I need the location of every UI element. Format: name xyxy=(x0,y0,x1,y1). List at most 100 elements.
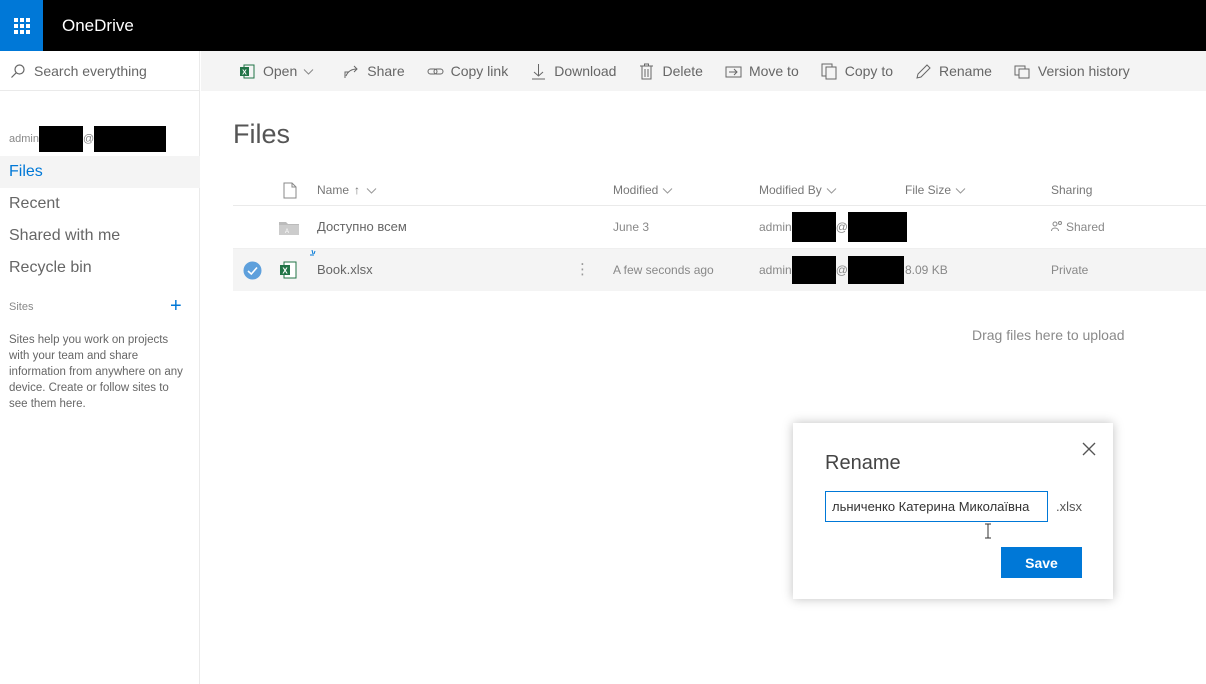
search-box[interactable] xyxy=(0,51,200,91)
open-label: Open xyxy=(263,63,298,79)
dialog-title: Rename xyxy=(825,452,901,474)
nav-item-recycle-bin[interactable]: Recycle bin xyxy=(0,252,200,284)
pencil-icon xyxy=(916,63,931,79)
account-email: admin @ xyxy=(9,126,167,152)
version-history-button[interactable]: Version history xyxy=(1014,63,1130,80)
text-cursor-icon xyxy=(985,523,991,539)
nav-item-shared-with-me[interactable]: Shared with me xyxy=(0,220,200,252)
account-prefix: admin xyxy=(9,133,39,145)
modified-column-header[interactable]: Modified xyxy=(613,175,673,205)
share-icon xyxy=(344,65,358,78)
modified-by-at: @ xyxy=(835,263,848,277)
sharing-status[interactable]: Private xyxy=(1051,249,1088,291)
save-button[interactable]: Save xyxy=(1001,547,1082,578)
modified-by: admin @ xyxy=(759,206,907,248)
shared-people-icon xyxy=(1051,221,1062,232)
chevron-down-icon xyxy=(826,187,837,194)
document-icon xyxy=(283,182,297,198)
modified-date: A few seconds ago xyxy=(613,263,714,277)
file-size: 8.09 KB xyxy=(905,263,948,277)
file-name[interactable]: Book.xlsx xyxy=(317,249,373,291)
redacted-block xyxy=(38,126,83,152)
drag-upload-hint: Drag files here to upload xyxy=(972,327,1125,343)
more-options-button[interactable]: ⋮ xyxy=(575,249,590,291)
version-history-icon xyxy=(1014,65,1030,78)
table-row[interactable]: A Доступно всем June 3 admin @ Shared xyxy=(233,206,1206,248)
chevron-down-icon xyxy=(303,68,314,75)
command-bar: X Open Share Copy link Download Delete M… xyxy=(201,51,1206,91)
sharing-header-label: Sharing xyxy=(1051,183,1093,197)
modified-by-prefix: admin xyxy=(759,220,792,234)
svg-text:X: X xyxy=(242,69,247,76)
rename-dialog: Rename .xlsx Save xyxy=(793,423,1113,599)
redacted-block xyxy=(847,212,907,242)
download-label: Download xyxy=(554,63,617,79)
copy-link-button[interactable]: Copy link xyxy=(427,63,509,80)
nav-item-recent[interactable]: Recent xyxy=(0,188,200,220)
file-type-column-header[interactable] xyxy=(283,175,297,205)
modified-by-column-header[interactable]: Modified By xyxy=(759,175,837,205)
redacted-block xyxy=(791,212,836,242)
excel-file-icon: X xyxy=(279,249,297,291)
redacted-block xyxy=(847,256,904,284)
file-size-header-label: File Size xyxy=(905,183,952,197)
copy-link-label: Copy link xyxy=(450,63,509,79)
modified-header-label: Modified xyxy=(613,183,659,197)
chevron-down-icon xyxy=(366,187,377,194)
chevron-down-icon xyxy=(663,187,673,194)
download-icon xyxy=(532,63,546,79)
left-navigation: admin @ Files Recent Shared with me Recy… xyxy=(0,51,200,684)
table-row[interactable]: X Book.xlsx ⋮ A few seconds ago admin @ … xyxy=(233,249,1206,291)
svg-text:A: A xyxy=(285,229,289,235)
app-title[interactable]: OneDrive xyxy=(62,0,134,51)
move-icon xyxy=(725,66,742,77)
row-checkbox[interactable] xyxy=(243,249,262,291)
move-to-button[interactable]: Move to xyxy=(725,63,799,80)
waffle-icon xyxy=(13,17,30,34)
sites-help-text: Sites help you work on projects with you… xyxy=(9,334,183,410)
delete-button[interactable]: Delete xyxy=(638,63,703,80)
modified-by-prefix: admin xyxy=(759,263,792,277)
app-launcher-button[interactable] xyxy=(0,0,43,51)
rename-input[interactable] xyxy=(825,491,1048,522)
rename-button[interactable]: Rename xyxy=(915,63,992,80)
file-name[interactable]: Доступно всем xyxy=(317,206,407,248)
name-column-header[interactable]: Name ↑ xyxy=(317,175,377,205)
share-button[interactable]: Share xyxy=(343,63,405,80)
sharing-column-header[interactable]: Sharing xyxy=(1051,175,1092,205)
top-bar: OneDrive xyxy=(0,0,1206,51)
svg-text:X: X xyxy=(282,267,288,276)
copy-to-label: Copy to xyxy=(844,63,893,79)
add-site-button[interactable]: + xyxy=(170,296,182,316)
copy-icon xyxy=(821,63,837,79)
move-to-label: Move to xyxy=(748,63,799,79)
redacted-block xyxy=(791,256,836,284)
nav-item-files[interactable]: Files xyxy=(0,156,200,188)
name-header-label: Name xyxy=(317,183,350,197)
download-button[interactable]: Download xyxy=(530,63,616,80)
file-extension: .xlsx xyxy=(1056,499,1082,514)
link-icon xyxy=(427,68,444,74)
delete-label: Delete xyxy=(662,63,703,79)
close-icon[interactable] xyxy=(1079,439,1099,459)
search-input[interactable] xyxy=(34,62,194,79)
chevron-down-icon xyxy=(955,187,966,194)
rename-label: Rename xyxy=(939,63,992,79)
modified-by: admin @ xyxy=(759,249,904,291)
account-at: @ xyxy=(82,133,95,145)
copy-to-button[interactable]: Copy to xyxy=(821,63,893,80)
sharing-label: Shared xyxy=(1066,220,1105,234)
open-button[interactable]: X Open xyxy=(239,63,321,80)
sharing-status[interactable]: Shared xyxy=(1051,206,1105,248)
sites-heading: Sites xyxy=(9,301,34,313)
search-icon xyxy=(11,63,25,78)
version-history-label: Version history xyxy=(1037,63,1130,79)
folder-icon: A xyxy=(279,206,299,248)
sort-ascending-icon: ↑ xyxy=(354,183,361,197)
file-size-column-header[interactable]: File Size xyxy=(905,175,966,205)
modified-by-header-label: Modified By xyxy=(759,183,822,197)
modified-date: June 3 xyxy=(613,220,650,234)
trash-icon xyxy=(640,63,654,79)
redacted-block xyxy=(94,126,167,152)
page-title: Files xyxy=(233,119,291,149)
